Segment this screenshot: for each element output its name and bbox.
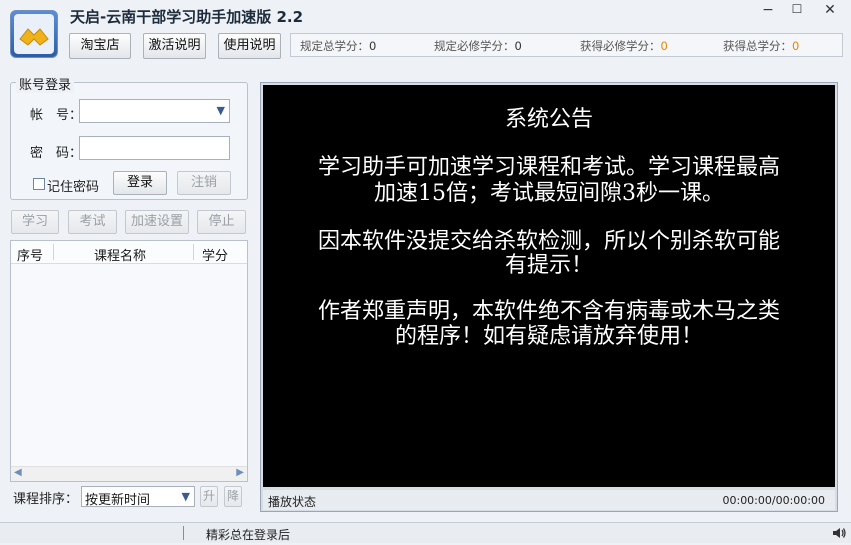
scroll-right-icon[interactable]: ▶: [236, 467, 244, 478]
sort-label: 课程排序：: [13, 492, 79, 507]
login-group-title: 账号登录: [16, 74, 75, 93]
column-divider: [53, 244, 54, 260]
sort-descending-button[interactable]: 降: [224, 486, 242, 507]
play-time: 00:00:00/00:00:00: [722, 494, 825, 507]
notice-line: 加速15倍；考试最短间隙3秒一课。: [374, 181, 724, 206]
horizontal-scrollbar[interactable]: ◀ ▶: [11, 466, 247, 481]
earned-total-credits: 获得总学分：0: [723, 39, 800, 53]
course-table[interactable]: 序号 课程名称 学分 ◀ ▶: [10, 240, 248, 482]
exam-button[interactable]: 考试: [68, 210, 117, 234]
column-header-index[interactable]: 序号: [17, 245, 43, 264]
notice-line: 有提示！: [504, 253, 593, 278]
notice-line: 学习助手可加速学习课程和考试。学习课程最高: [317, 155, 780, 180]
stop-button[interactable]: 停止: [197, 210, 246, 234]
notice-line: 因本软件没提交给杀软检测，所以个别杀软可能: [317, 229, 780, 254]
speed-settings-button[interactable]: 加速设置: [125, 210, 189, 234]
window-title: 天启-云南干部学习助手加速版 2.2: [70, 8, 304, 26]
taobao-button[interactable]: 淘宝店: [69, 33, 131, 59]
password-label: 密 码：: [30, 146, 83, 161]
required-mandatory-credits: 规定必修学分：0: [434, 39, 522, 53]
login-button[interactable]: 登录: [113, 171, 167, 195]
table-header: 序号 课程名称 学分: [11, 241, 247, 264]
status-divider: [183, 526, 184, 540]
sort-select[interactable]: 按更新时间 ▼: [81, 486, 195, 508]
column-header-credits[interactable]: 学分: [202, 245, 228, 264]
play-status-label: 播放状态: [268, 495, 317, 509]
account-label: 帐 号：: [30, 108, 83, 123]
status-bar: 精彩总在登录后: [0, 522, 851, 543]
logo-icon: [14, 14, 54, 54]
sort-ascending-button[interactable]: 升: [200, 486, 218, 507]
notice-title: 系统公告: [504, 107, 593, 132]
player-status-bar: 播放状态 00:00:00/00:00:00: [263, 490, 835, 510]
column-header-course-name[interactable]: 课程名称: [94, 245, 146, 264]
chevron-down-icon[interactable]: ▼: [217, 104, 225, 117]
app-logo: [10, 10, 58, 58]
logout-button[interactable]: 注销: [177, 171, 231, 195]
usage-help-button[interactable]: 使用说明: [218, 33, 281, 59]
maximize-button[interactable]: ☐: [783, 2, 811, 22]
status-message: 精彩总在登录后: [206, 528, 291, 542]
notice-screen: 系统公告 学习助手可加速学习课程和考试。学习课程最高 加速15倍；考试最短间隙3…: [263, 85, 835, 487]
credit-stats-panel: 规定总学分：0 规定必修学分：0 获得必修学分：0 获得总学分：0: [290, 33, 843, 57]
activate-help-button[interactable]: 激活说明: [143, 33, 206, 59]
required-total-credits: 规定总学分：0: [300, 39, 377, 53]
chevron-down-icon[interactable]: ▼: [182, 490, 190, 503]
study-button[interactable]: 学习: [11, 210, 59, 234]
speaker-icon[interactable]: [831, 525, 847, 545]
notice-line: 作者郑重声明，本软件绝不含有病毒或木马之类: [317, 299, 780, 324]
remember-password-label[interactable]: 记住密码: [47, 176, 99, 195]
scroll-left-icon[interactable]: ◀: [14, 467, 22, 478]
password-field[interactable]: [79, 136, 230, 160]
account-combobox[interactable]: ▼: [79, 99, 230, 123]
notice-line: 的程序！如有疑虑请放弃使用！: [394, 324, 703, 349]
earned-mandatory-credits: 获得必修学分：0: [580, 39, 668, 53]
close-button[interactable]: ✕: [816, 2, 844, 22]
minimize-button[interactable]: −: [754, 2, 782, 22]
remember-password-checkbox[interactable]: [33, 178, 45, 190]
column-divider: [193, 244, 194, 260]
